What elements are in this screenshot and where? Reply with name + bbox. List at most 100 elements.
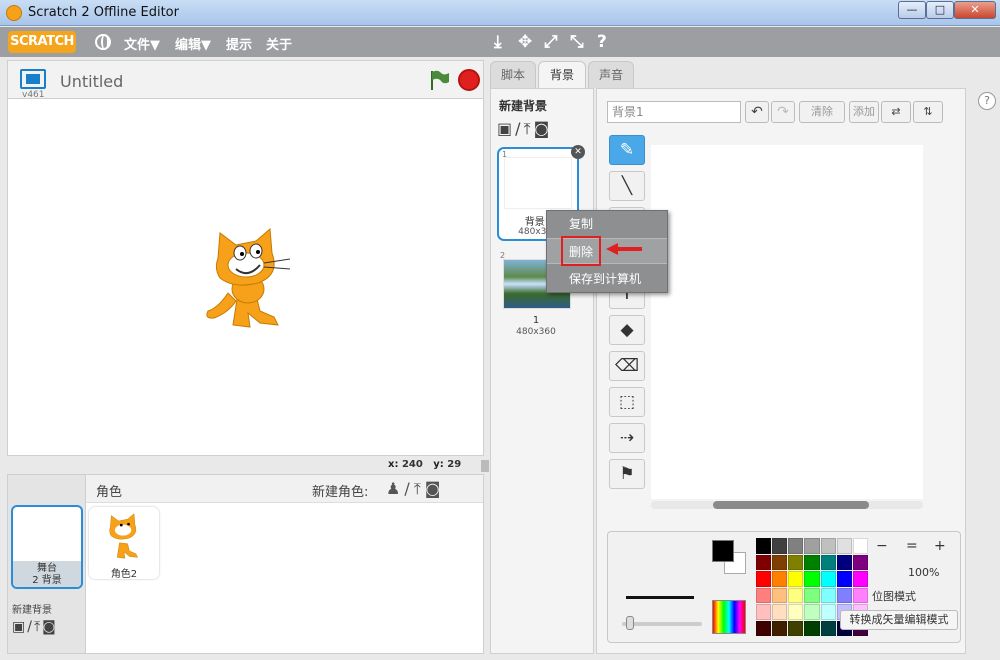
tab-sounds[interactable]: 声音 — [588, 61, 634, 88]
help-button[interactable]: ? — [978, 92, 996, 110]
palette-swatch[interactable] — [852, 538, 868, 554]
palette-swatch[interactable] — [772, 554, 788, 570]
palette-swatch[interactable] — [772, 604, 788, 620]
minimize-button[interactable]: — — [898, 1, 926, 19]
flip-vertical-button[interactable]: ⇅ — [913, 101, 943, 123]
palette-swatch[interactable] — [788, 554, 804, 570]
paint-editor: 背景1 ↶ ↷ 清除 添加 ⇄ ⇅ ✎ ╲ ▭ ◯ T ◆ ⌫ ⬚ ⇢ ⚑ − … — [596, 88, 966, 654]
palette-swatch[interactable] — [788, 620, 804, 636]
palette-swatch[interactable] — [836, 571, 852, 587]
palette-swatch[interactable] — [788, 604, 804, 620]
palette-swatch[interactable] — [820, 620, 836, 636]
palette-swatch[interactable] — [788, 538, 804, 554]
palette-swatch[interactable] — [756, 620, 772, 636]
collapse-stage-arrow[interactable] — [481, 460, 489, 472]
stop-button[interactable] — [458, 69, 480, 91]
palette-swatch[interactable] — [756, 554, 772, 570]
brush-size-knob[interactable] — [626, 616, 634, 630]
palette-swatch[interactable] — [852, 554, 868, 570]
palette-swatch[interactable] — [772, 620, 788, 636]
menu-edit[interactable]: 编辑▼ — [175, 34, 211, 53]
select-tool-icon[interactable]: ⬚ — [609, 387, 645, 417]
palette-swatch[interactable] — [788, 571, 804, 587]
tab-backdrops[interactable]: 背景 — [538, 61, 586, 88]
stage-thumbnail[interactable]: 舞台 2 背景 — [11, 505, 83, 589]
zoom-reset-button[interactable]: = — [906, 538, 918, 554]
help-block-icon[interactable]: ? — [597, 32, 607, 52]
palette-swatch[interactable] — [804, 587, 820, 603]
palette-swatch[interactable] — [804, 538, 820, 554]
stamp-tool-icon[interactable]: ⚑ — [609, 459, 645, 489]
palette-swatch[interactable] — [788, 587, 804, 603]
zoom-out-button[interactable]: − — [876, 538, 888, 554]
color-picker[interactable] — [712, 600, 746, 634]
brush-size-slider[interactable] — [622, 622, 702, 626]
brush-tool-icon[interactable]: ✎ — [609, 135, 645, 165]
palette-swatch[interactable] — [756, 571, 772, 587]
palette-swatch[interactable] — [756, 604, 772, 620]
zoom-in-button[interactable]: + — [934, 538, 946, 554]
context-copy[interactable]: 复制 — [547, 211, 667, 237]
cat-sprite-image[interactable] — [198, 223, 298, 333]
sprite-tile[interactable]: 角色2 — [89, 507, 159, 580]
palette-swatch[interactable] — [756, 587, 772, 603]
window-titlebar: Scratch 2 Offline Editor — □ ✕ — [0, 0, 1000, 26]
clear-button[interactable]: 清除 — [799, 101, 845, 123]
eraser-tool-icon[interactable]: ⌫ — [609, 351, 645, 381]
palette-swatch[interactable] — [772, 587, 788, 603]
fill-tool-icon[interactable]: ◆ — [609, 315, 645, 345]
magic-select-tool-icon[interactable]: ⇢ — [609, 423, 645, 453]
palette-swatch[interactable] — [836, 554, 852, 570]
paint-canvas[interactable] — [651, 145, 923, 499]
sprites-title: 角色 — [96, 485, 123, 500]
redo-button[interactable]: ↷ — [771, 101, 795, 123]
palette-swatch[interactable] — [804, 571, 820, 587]
menu-about[interactable]: 关于 — [266, 34, 292, 53]
shrink-icon[interactable]: ⤡ — [570, 32, 584, 52]
maximize-button[interactable]: □ — [926, 1, 954, 19]
cut-scissors-icon[interactable]: ✥ — [518, 32, 532, 52]
new-backdrop-icons[interactable]: ▣/⤒◙ — [12, 619, 58, 635]
new-backdrop-icons[interactable]: ▣/⤒◙ — [497, 119, 552, 139]
duplicate-stamp-icon[interactable]: ⤓ — [494, 32, 502, 52]
menu-file[interactable]: 文件▼ — [124, 34, 160, 53]
palette-swatch[interactable] — [804, 554, 820, 570]
palette-swatch[interactable] — [852, 587, 868, 603]
palette-swatch[interactable] — [820, 538, 836, 554]
palette-swatch[interactable] — [852, 571, 868, 587]
green-flag-icon[interactable] — [428, 69, 450, 91]
convert-to-vector-button[interactable]: 转换成矢量编辑模式 — [840, 610, 958, 630]
palette-swatch[interactable] — [756, 538, 772, 554]
undo-button[interactable]: ↶ — [745, 101, 769, 123]
tab-scripts[interactable]: 脚本 — [490, 61, 536, 88]
palette-swatch[interactable] — [804, 604, 820, 620]
close-button[interactable]: ✕ — [954, 1, 996, 19]
primary-color-swatch[interactable] — [712, 540, 734, 562]
language-globe-icon[interactable] — [95, 34, 111, 50]
palette-swatch[interactable] — [772, 571, 788, 587]
costume-name-field[interactable]: 背景1 — [607, 101, 741, 123]
context-save-to-computer[interactable]: 保存到计算机 — [547, 266, 667, 292]
scratch-logo[interactable]: SCRATCH — [8, 31, 76, 53]
new-sprite-icons[interactable]: ♟/⤒◙ — [386, 479, 444, 499]
palette-swatch[interactable] — [804, 620, 820, 636]
palette-swatch[interactable] — [820, 571, 836, 587]
palette-swatch[interactable] — [820, 554, 836, 570]
palette-swatch[interactable] — [820, 604, 836, 620]
line-tool-icon[interactable]: ╲ — [609, 171, 645, 201]
palette-swatch[interactable] — [836, 538, 852, 554]
fullscreen-icon[interactable] — [20, 69, 46, 89]
grow-icon[interactable]: ⤢ — [544, 32, 558, 52]
stage-header: v461 Untitled — [7, 60, 484, 100]
stage-canvas[interactable] — [7, 98, 484, 456]
menu-tips[interactable]: 提示 — [226, 34, 252, 53]
horizontal-scroll-thumb[interactable] — [713, 501, 869, 509]
new-backdrop-title: 新建背景 — [499, 99, 548, 113]
palette-swatch[interactable] — [820, 587, 836, 603]
flip-horizontal-button[interactable]: ⇄ — [881, 101, 911, 123]
palette-swatch[interactable] — [836, 587, 852, 603]
add-button[interactable]: 添加 — [849, 101, 879, 123]
project-title[interactable]: Untitled — [60, 72, 123, 91]
palette-swatch[interactable] — [772, 538, 788, 554]
delete-x-icon[interactable]: ✕ — [571, 145, 585, 159]
